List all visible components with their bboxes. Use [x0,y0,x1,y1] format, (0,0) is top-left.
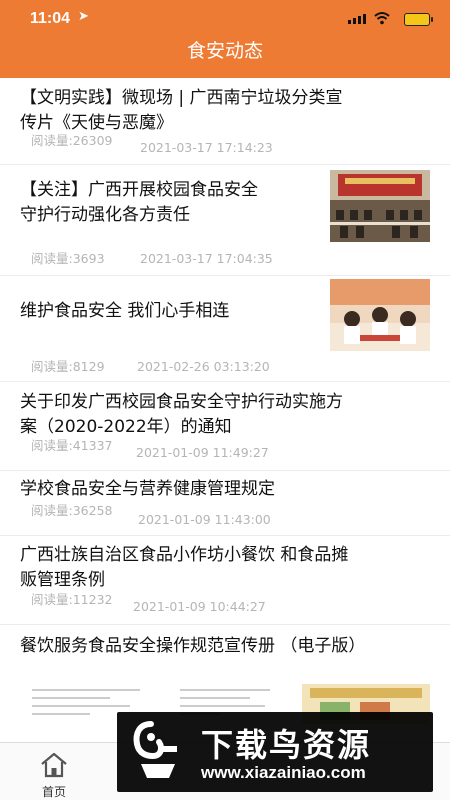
list-item[interactable]: 广西壮族自治区食品小作坊小餐饮 和食品摊 贩管理条例 阅读量:11232 202… [0,537,450,625]
read-count: 阅读量:8129 [31,359,105,374]
read-count: 阅读量:36258 [31,503,113,518]
article-title: 关于印发广西校园食品安全守护行动实施方 案（2020-2022年）的通知 [20,390,343,440]
list-item[interactable]: 【文明实践】微现场 | 广西南宁垃圾分类宣 传片《天使与恶魔》 阅读量:2630… [0,78,450,165]
watermark-text: 下载鸟资源 [201,726,372,764]
article-thumbnail [330,170,430,242]
home-icon [41,752,67,778]
location-arrow-icon: ➤ [78,9,89,24]
list-item[interactable]: 学校食品安全与营养健康管理规定 阅读量:36258 2021-01-09 11:… [0,472,450,536]
publish-date: 2021-01-09 10:44:27 [133,599,266,614]
status-bar: 11:04 ➤ [0,0,450,38]
title-line: 广西壮族自治区食品小作坊小餐饮 和食品摊 [20,545,349,565]
watermark: 下载鸟资源 www.xiazainiao.com [117,712,433,792]
publish-date: 2021-03-17 17:14:23 [140,140,273,155]
publish-date: 2021-03-17 17:04:35 [140,251,273,266]
watermark-url: www.xiazainiao.com [201,763,366,782]
title-line: 贩管理条例 [20,570,105,590]
tab-home-label: 首页 [41,785,66,799]
tab-home[interactable]: 首页 [30,749,78,799]
publish-date: 2021-01-09 11:43:00 [138,512,271,527]
status-time: 11:04 [30,10,71,27]
wifi-icon [374,12,390,25]
article-title: 餐饮服务食品安全操作规范宣传册 （电子版） [20,634,365,659]
article-title: 【文明实践】微现场 | 广西南宁垃圾分类宣 传片《天使与恶魔》 [20,86,343,136]
title-line: 维护食品安全 我们心手相连 [20,301,230,321]
list-item[interactable]: 关于印发广西校园食品安全守护行动实施方 案（2020-2022年）的通知 阅读量… [0,383,450,471]
battery-charging-icon [404,13,433,26]
page-title: 食安动态 [186,40,263,62]
read-count: 阅读量:41337 [31,438,113,453]
title-line: 守护行动强化各方责任 [20,205,190,225]
xiazainiao-logo-icon [133,721,177,778]
publish-date: 2021-02-26 03:13:20 [137,359,270,374]
title-line: 关于印发广西校园食品安全守护行动实施方 [20,392,343,412]
title-line: 案（2020-2022年）的通知 [20,417,232,437]
article-title: 广西壮族自治区食品小作坊小餐饮 和食品摊 贩管理条例 [20,543,348,593]
title-line: 【文明实践】微现场 | 广西南宁垃圾分类宣 [20,88,343,108]
list-item[interactable]: 维护食品安全 我们心手相连 阅读量:8129 2021-02-26 03:13:… [0,277,450,382]
read-count: 阅读量:3693 [31,251,105,266]
title-line: 【关注】广西开展校园食品安全 [20,180,258,200]
article-title: 学校食品安全与营养健康管理规定 [20,477,275,502]
publish-date: 2021-01-09 11:49:27 [136,445,269,460]
read-count: 阅读量:26309 [31,133,113,148]
title-line: 学校食品安全与营养健康管理规定 [20,479,275,499]
title-line: 餐饮服务食品安全操作规范宣传册 （电子版） [20,636,366,656]
app-header: 11:04 ➤ 食安动态 [0,0,450,78]
article-title: 维护食品安全 我们心手相连 [20,299,229,324]
article-thumbnail [330,279,430,351]
cellular-signal-icon [348,14,366,24]
article-title: 【关注】广西开展校园食品安全 守护行动强化各方责任 [20,178,258,228]
read-count: 阅读量:11232 [31,592,113,607]
list-item[interactable]: 【关注】广西开展校园食品安全 守护行动强化各方责任 阅读量:3693 2021-… [0,166,450,276]
